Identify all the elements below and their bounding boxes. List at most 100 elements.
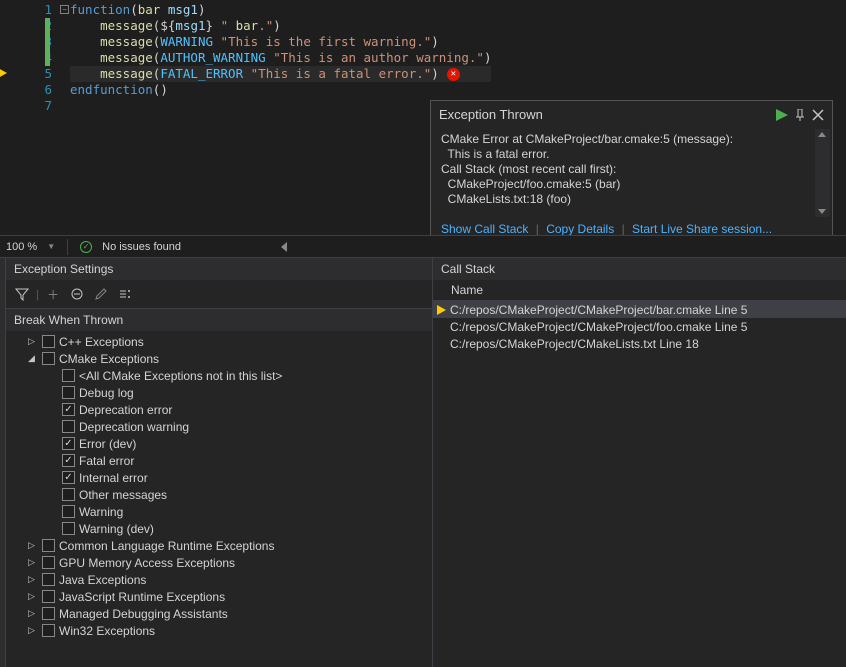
checkbox[interactable] xyxy=(62,403,75,416)
collapse-icon[interactable]: − xyxy=(60,5,69,14)
checkbox[interactable] xyxy=(62,420,75,433)
checkbox[interactable] xyxy=(62,488,75,501)
exception-body-line: Call Stack (most recent call first): xyxy=(441,162,822,177)
code-line[interactable]: message(FATAL_ERROR "This is a fatal err… xyxy=(70,66,491,82)
line-number: 3 xyxy=(0,34,52,50)
code-line[interactable]: message(${msg1} " bar.") xyxy=(70,18,491,34)
exception-tree-item[interactable]: Error (dev) xyxy=(6,435,432,452)
call-stack-frame[interactable]: C:/repos/CMakeProject/CMakeProject/foo.c… xyxy=(433,318,846,335)
pin-icon[interactable] xyxy=(794,109,806,121)
exception-tree-item[interactable]: ▷ C++ Exceptions xyxy=(6,333,432,350)
filter-icon[interactable] xyxy=(12,284,32,304)
checkbox[interactable] xyxy=(62,471,75,484)
modification-bar-icon xyxy=(45,34,50,50)
exception-tree-item[interactable]: ▷Common Language Runtime Exceptions xyxy=(6,537,432,554)
exception-settings-panel: Exception Settings | ＋ Break When Thrown… xyxy=(6,258,433,667)
zoom-dropdown-icon[interactable]: ▼ xyxy=(47,242,55,251)
exception-popup-title: Exception Thrown xyxy=(439,107,776,122)
twisty-icon[interactable]: ▷ xyxy=(28,625,38,636)
exception-tree-item[interactable]: Warning (dev) xyxy=(6,520,432,537)
add-icon[interactable]: ＋ xyxy=(43,284,63,304)
exception-label: Warning (dev) xyxy=(79,522,154,536)
exception-tree-item[interactable]: Fatal error xyxy=(6,452,432,469)
edit-icon[interactable] xyxy=(91,284,111,304)
frame-label: C:/repos/CMakeProject/CMakeLists.txt Lin… xyxy=(450,337,699,351)
close-icon[interactable] xyxy=(812,109,824,121)
exception-tree-item[interactable]: ◢CMake Exceptions xyxy=(6,350,432,367)
twisty-icon[interactable]: ◢ xyxy=(28,353,38,364)
checkbox[interactable] xyxy=(42,590,55,603)
code-line[interactable]: endfunction() xyxy=(70,82,491,98)
exception-tree[interactable]: ▷ C++ Exceptions◢CMake Exceptions<All CMa… xyxy=(6,331,432,667)
twisty-icon[interactable]: ▷ xyxy=(28,336,38,347)
exception-label: Win32 Exceptions xyxy=(59,624,155,638)
exception-tree-item[interactable]: Internal error xyxy=(6,469,432,486)
exception-tree-item[interactable]: Deprecation error xyxy=(6,401,432,418)
breakpoint-arrow-icon xyxy=(0,68,7,78)
checkbox[interactable] xyxy=(42,556,55,569)
call-stack-body[interactable]: C:/repos/CMakeProject/CMakeProject/bar.c… xyxy=(433,301,846,352)
checkbox[interactable] xyxy=(62,369,75,382)
error-icon[interactable]: ✕ xyxy=(447,68,460,81)
exception-body-line: This is a fatal error. xyxy=(441,147,822,162)
checkbox[interactable] xyxy=(42,352,55,365)
twisty-icon[interactable]: ▷ xyxy=(28,591,38,602)
exception-tree-item[interactable]: Other messages xyxy=(6,486,432,503)
exception-tree-item[interactable]: Deprecation warning xyxy=(6,418,432,435)
call-stack-title: Call Stack xyxy=(433,258,846,280)
copy-details-link[interactable]: Copy Details xyxy=(546,222,614,236)
checkbox[interactable] xyxy=(62,505,75,518)
code-line[interactable] xyxy=(70,98,491,114)
exception-label: Fatal error xyxy=(79,454,134,468)
code-body[interactable]: function(bar msg1)− message(${msg1} " ba… xyxy=(70,2,491,114)
exception-body-line: CMake Error at CMakeProject/bar.cmake:5 … xyxy=(441,132,822,147)
checkbox[interactable] xyxy=(62,522,75,535)
exception-label: Deprecation error xyxy=(79,403,172,417)
break-when-thrown-header: Break When Thrown xyxy=(6,309,432,331)
exception-label: C++ Exceptions xyxy=(59,335,144,349)
twisty-icon[interactable]: ▷ xyxy=(28,557,38,568)
call-stack-frame[interactable]: C:/repos/CMakeProject/CMakeLists.txt Lin… xyxy=(433,335,846,352)
call-stack-header[interactable]: Name xyxy=(433,280,846,301)
remove-icon[interactable] xyxy=(67,284,87,304)
code-editor[interactable]: 1234567 function(bar msg1)− message(${ms… xyxy=(0,0,846,258)
checkbox[interactable] xyxy=(42,624,55,637)
exception-tree-item[interactable]: ▷ JavaScript Runtime Exceptions xyxy=(6,588,432,605)
exception-label: GPU Memory Access Exceptions xyxy=(59,556,235,570)
twisty-icon[interactable]: ▷ xyxy=(28,540,38,551)
call-stack-frame[interactable]: C:/repos/CMakeProject/CMakeProject/bar.c… xyxy=(433,301,846,318)
twisty-icon[interactable]: ▷ xyxy=(28,574,38,585)
checkbox[interactable] xyxy=(62,437,75,450)
exception-tree-item[interactable]: ▷ Win32 Exceptions xyxy=(6,622,432,639)
exception-label: Java Exceptions xyxy=(59,573,146,587)
exception-tree-item[interactable]: ▷ Java Exceptions xyxy=(6,571,432,588)
current-frame-arrow-icon xyxy=(437,305,446,315)
exception-label: Error (dev) xyxy=(79,437,136,451)
code-line[interactable]: message(AUTHOR_WARNING "This is an autho… xyxy=(70,50,491,66)
exception-tree-item[interactable]: Debug log xyxy=(6,384,432,401)
restore-list-icon[interactable] xyxy=(115,284,135,304)
exception-body-line: CMakeProject/foo.cmake:5 (bar) xyxy=(441,177,822,192)
exception-tree-item[interactable]: <All CMake Exceptions not in this list> xyxy=(6,367,432,384)
zoom-level[interactable]: 100 % xyxy=(6,241,37,253)
checkbox[interactable] xyxy=(62,386,75,399)
twisty-icon[interactable]: ▷ xyxy=(28,608,38,619)
live-share-link[interactable]: Start Live Share session... xyxy=(632,222,772,236)
continue-icon[interactable] xyxy=(776,109,788,121)
exception-tree-item[interactable]: ▷Managed Debugging Assistants xyxy=(6,605,432,622)
exception-settings-toolbar: | ＋ xyxy=(6,280,432,309)
issues-text: No issues found xyxy=(102,241,181,253)
checkbox[interactable] xyxy=(42,607,55,620)
exception-tree-item[interactable]: ▷ GPU Memory Access Exceptions xyxy=(6,554,432,571)
checkbox[interactable] xyxy=(42,539,55,552)
exception-label: JavaScript Runtime Exceptions xyxy=(59,590,225,604)
checkbox[interactable] xyxy=(62,454,75,467)
exception-tree-item[interactable]: Warning xyxy=(6,503,432,520)
code-line[interactable]: function(bar msg1)− xyxy=(70,2,491,18)
checkbox[interactable] xyxy=(42,335,55,348)
exception-label: Other messages xyxy=(79,488,167,502)
collapse-left-icon[interactable] xyxy=(281,242,287,252)
show-call-stack-link[interactable]: Show Call Stack xyxy=(441,222,528,236)
checkbox[interactable] xyxy=(42,573,55,586)
code-line[interactable]: message(WARNING "This is the first warni… xyxy=(70,34,491,50)
